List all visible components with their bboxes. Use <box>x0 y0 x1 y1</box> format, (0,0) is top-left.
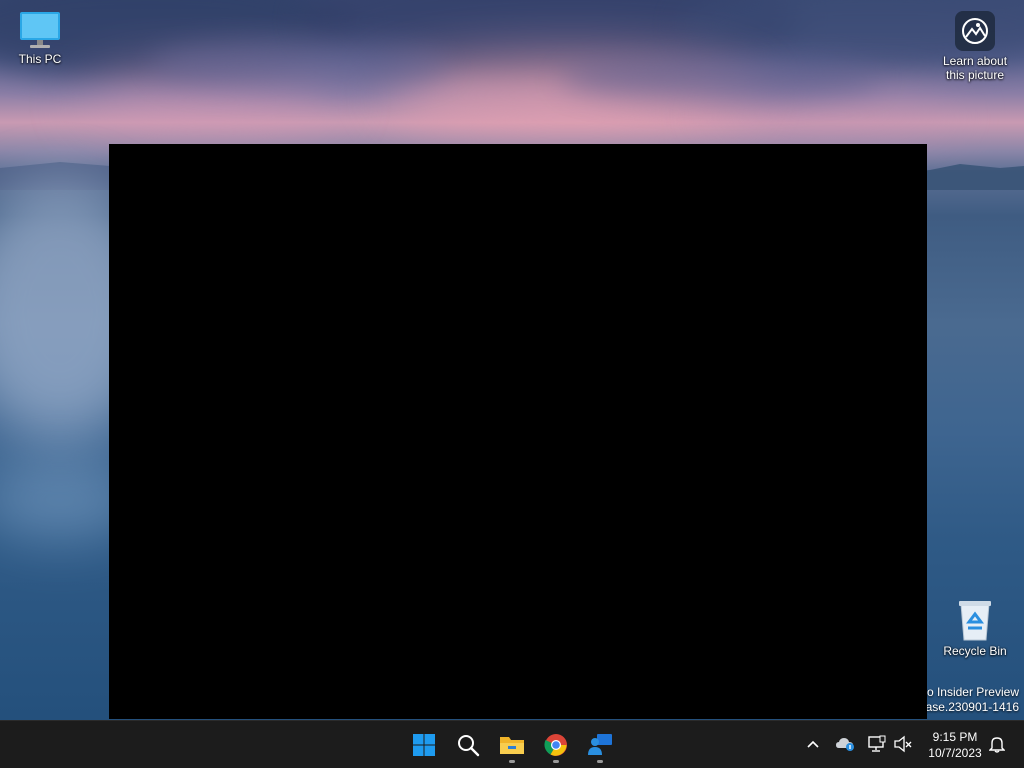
recycle-bin-icon <box>959 601 991 641</box>
windows-start-icon <box>413 734 435 756</box>
clock-time: 9:15 PM <box>932 730 978 744</box>
blank-black-window[interactable] <box>109 144 927 719</box>
onedrive-icon <box>836 738 854 751</box>
taskbar-clock[interactable]: 9:15 PM 10/7/2023 <box>920 729 990 761</box>
taskbar: 9:15 PM 10/7/2023 <box>0 720 1024 768</box>
chrome-icon <box>544 734 567 756</box>
clock-date: 10/7/2023 <box>928 746 982 760</box>
running-indicator <box>597 760 603 763</box>
bell-icon <box>989 737 1005 753</box>
running-indicator <box>553 760 559 763</box>
volume-muted-icon <box>894 735 912 753</box>
recycle-bin-label: Recycle Bin <box>943 644 1007 658</box>
onedrive-tray-button[interactable] <box>834 733 856 755</box>
running-indicator <box>509 760 515 763</box>
this-pc-label: This PC <box>18 52 62 66</box>
notification-center-button[interactable] <box>986 733 1008 755</box>
volume-tray-button[interactable] <box>892 733 914 755</box>
windows-build-watermark: ro Insider Preview ease.230901-1416 <box>919 685 1019 715</box>
network-tray-button[interactable] <box>866 733 888 755</box>
search-icon <box>458 735 480 757</box>
watermark-line-1: ro Insider Preview <box>922 685 1019 699</box>
watermark-line-2: ease.230901-1416 <box>918 700 1019 714</box>
desktop-icon-this-pc[interactable]: This PC <box>0 10 80 66</box>
this-pc-icon <box>20 12 60 48</box>
file-explorer-button[interactable] <box>492 725 532 765</box>
start-button[interactable] <box>404 725 444 765</box>
file-explorer-icon <box>500 737 524 754</box>
learn-about-picture-label: Learn about this picture <box>942 54 1008 82</box>
chrome-button[interactable] <box>536 725 576 765</box>
search-button[interactable] <box>448 725 488 765</box>
remote-desktop-button[interactable] <box>580 725 620 765</box>
remote-desktop-icon <box>588 734 612 755</box>
show-hidden-icons-button[interactable] <box>802 733 824 755</box>
network-icon <box>868 735 886 752</box>
desktop-icon-learn-about-picture[interactable]: Learn about this picture <box>935 10 1015 82</box>
desktop-icon-recycle-bin[interactable]: Recycle Bin <box>935 598 1015 658</box>
chevron-up-icon <box>807 740 819 748</box>
learn-about-picture-icon <box>955 11 995 51</box>
